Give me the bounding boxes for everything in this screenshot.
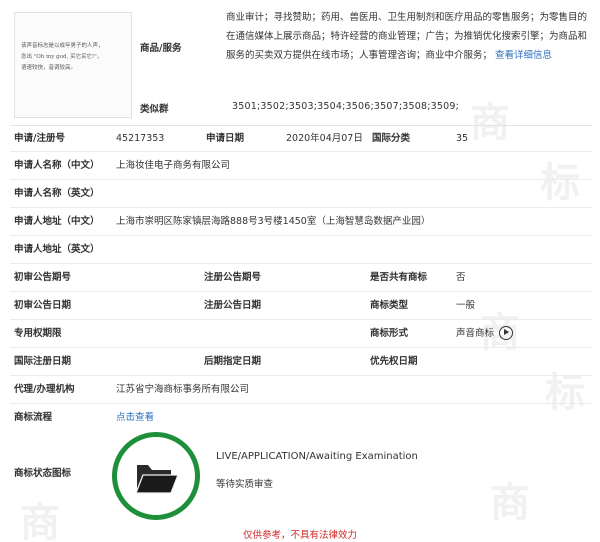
address-cn-value: 上海市崇明区陈家镇层海路888号3号楼1450室（上海智慧岛数据产业园） [116, 216, 431, 227]
agent-label: 代理/办理机构 [14, 384, 75, 395]
intl-reg-date-label: 国际注册日期 [14, 356, 72, 367]
status-cn-text: 等待实质审查 [216, 479, 274, 490]
row-address-cn: 申请人地址（中文） 上海市崇明区陈家镇层海路888号3号楼1450室（上海智慧岛… [10, 209, 592, 236]
reg-no-label: 申请/注册号 [14, 133, 65, 144]
row-address-en: 申请人地址（英文） [10, 237, 592, 264]
priority-date-label: 优先权日期 [370, 356, 418, 367]
similar-group-value: 3501;3502;3503;3504;3506;3507;3508;3509; [232, 101, 460, 112]
row-prelim-pub-no: 初审公告期号 注册公告期号 是否共有商标 否 [10, 265, 592, 292]
exclusive-period-label: 专用权期限 [14, 328, 62, 339]
row-reg-no: 申请/注册号 45217353 申请日期 2020年04月07日 国际分类 35 [10, 125, 592, 152]
goods-services-text: 商业审计；寻找赞助；药用、兽医用、卫生用制剂和医疗用品的零售服务；为零售目的在通… [226, 8, 592, 66]
intl-class-label: 国际分类 [372, 133, 411, 144]
row-intl-reg-date: 国际注册日期 后期指定日期 优先权日期 [10, 349, 592, 376]
tm-form-value: 声音商标 [456, 328, 495, 339]
address-cn-label: 申请人地址（中文） [14, 216, 100, 227]
row-applicant-cn: 申请人名称（中文） 上海妆佳电子商务有限公司 [10, 153, 592, 180]
thumbnail-line: 语速较快，音调较高。 [21, 65, 77, 71]
row-prelim-pub-date: 初审公告日期 注册公告日期 商标类型 一般 [10, 293, 592, 320]
status-section: 商标状态图标 LIVE/APPLICATION/Awaiting Examina… [10, 424, 592, 522]
app-date-value: 2020年04月07日 [286, 133, 363, 144]
applicant-cn-label: 申请人名称（中文） [14, 160, 100, 171]
tm-form-label: 商标形式 [370, 328, 409, 339]
thumbnail-line: 该声音标志是以成年男子的人声， [21, 43, 104, 49]
prelim-pub-date-label: 初审公告日期 [14, 300, 72, 311]
status-en-text: LIVE/APPLICATION/Awaiting Examination [216, 451, 418, 462]
prelim-pub-no-label: 初审公告期号 [14, 272, 72, 283]
trademark-thumbnail: 该声音标志是以成年男子的人声， 念出 "Oh my god, 买它买它!"， 语… [14, 12, 132, 118]
trademark-detail-page: 商 标 商 标 商 商 该声音标志是以成年男子的人声， 念出 "Oh my go… [0, 0, 600, 542]
disclaimer-text: 仅供参考，不具有法律效力 [242, 530, 357, 541]
similar-group-label: 类似群 [140, 104, 169, 115]
shared-label: 是否共有商标 [370, 272, 428, 283]
applicant-en-label: 申请人名称（英文） [14, 188, 100, 199]
row-applicant-en: 申请人名称（英文） [10, 181, 592, 208]
reg-no-value: 45217353 [116, 133, 165, 144]
intl-class-value: 35 [456, 133, 469, 144]
app-date-label: 申请日期 [206, 133, 245, 144]
thumbnail-line: 念出 "Oh my god, 买它买它!"， [21, 54, 103, 60]
later-date-label: 后期指定日期 [204, 356, 262, 367]
tm-form-cell: 声音商标 [456, 321, 514, 347]
address-en-label: 申请人地址（英文） [14, 244, 100, 255]
tm-type-label: 商标类型 [370, 300, 409, 311]
reg-pub-date-label: 注册公告日期 [204, 300, 262, 311]
applicant-cn-value: 上海妆佳电子商务有限公司 [116, 160, 231, 171]
play-icon[interactable] [499, 325, 514, 340]
agent-value: 江苏省宁海商标事务所有限公司 [116, 384, 250, 395]
status-ring [112, 432, 200, 520]
status-label: 商标状态图标 [14, 468, 72, 479]
row-agent: 代理/办理机构 江苏省宁海商标事务所有限公司 [10, 377, 592, 404]
shared-value: 否 [456, 272, 466, 283]
reg-pub-no-label: 注册公告期号 [204, 272, 262, 283]
goods-label: 商品/服务 [140, 43, 182, 54]
view-details-link[interactable]: 查看详细信息 [495, 50, 552, 61]
folder-open-icon [135, 465, 179, 494]
tm-type-value: 一般 [456, 300, 476, 311]
row-exclusive-period: 专用权期限 商标形式 声音商标 [10, 321, 592, 348]
